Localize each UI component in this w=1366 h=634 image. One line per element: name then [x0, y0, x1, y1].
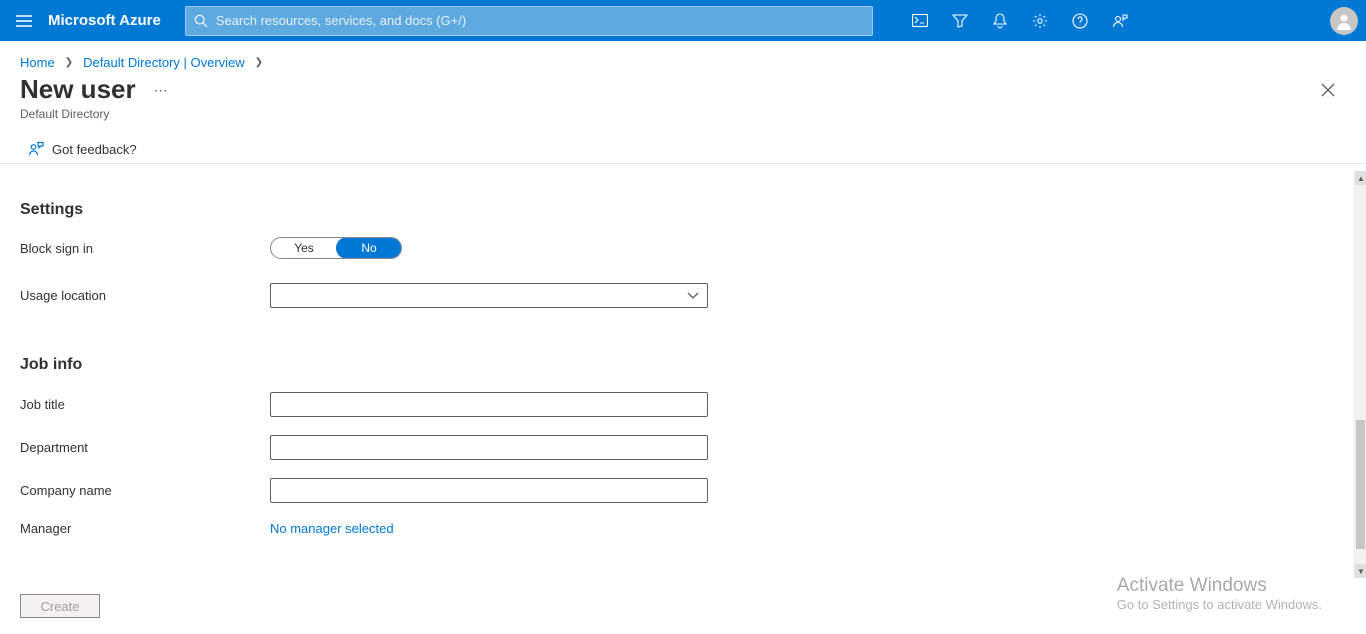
hamburger-button[interactable] [0, 0, 48, 41]
block-sign-in-label: Block sign in [20, 241, 270, 256]
filter-icon [952, 14, 968, 28]
scroll-up-arrow-icon[interactable]: ▲ [1355, 171, 1366, 185]
feedback-label: Got feedback? [52, 142, 137, 157]
help-icon [1072, 13, 1088, 29]
block-sign-in-row: Block sign in Yes No [20, 237, 1354, 259]
department-row: Department [20, 435, 1354, 460]
jobinfo-heading: Job info [20, 356, 1354, 374]
bell-icon [993, 13, 1007, 29]
breadcrumb-directory[interactable]: Default Directory | Overview [83, 55, 245, 70]
notifications-button[interactable] [980, 0, 1020, 41]
scroll-down-arrow-icon[interactable]: ▼ [1355, 564, 1366, 578]
feedback-button[interactable]: Got feedback? [28, 141, 137, 157]
close-button[interactable] [1316, 78, 1340, 102]
toggle-yes[interactable]: Yes [271, 238, 337, 258]
feedback-top-button[interactable] [1100, 0, 1140, 41]
page-title: New user [20, 74, 136, 105]
topbar-icons [900, 0, 1366, 41]
page-subtitle: Default Directory [0, 105, 1366, 121]
vertical-scrollbar[interactable]: ▲ ▼ [1354, 171, 1366, 578]
gear-icon [1032, 13, 1048, 29]
usage-location-row: Usage location [20, 283, 1354, 308]
command-bar: Got feedback? [0, 135, 1366, 164]
person-feedback-icon [28, 141, 44, 157]
usage-location-label: Usage location [20, 288, 270, 303]
create-button[interactable]: Create [20, 594, 100, 618]
topbar-gap [1140, 0, 1330, 41]
scrollbar-track[interactable] [1355, 185, 1366, 564]
manager-label: Manager [20, 521, 270, 536]
search-box[interactable] [185, 6, 873, 36]
hamburger-icon [16, 15, 32, 27]
topbar: Microsoft Azure [0, 0, 1366, 41]
bottom-bar: Create [0, 578, 1354, 634]
main-panel: Settings Block sign in Yes No Usage loca… [0, 171, 1354, 578]
more-actions-button[interactable]: ⋯ [154, 82, 169, 99]
cloud-shell-icon [912, 14, 928, 28]
cloud-shell-button[interactable] [900, 0, 940, 41]
brand[interactable]: Microsoft Azure [48, 12, 185, 29]
close-icon [1321, 83, 1335, 97]
settings-heading: Settings [20, 201, 1354, 219]
avatar-icon [1334, 11, 1354, 31]
company-row: Company name [20, 478, 1354, 503]
department-input[interactable] [270, 435, 708, 460]
block-sign-in-toggle[interactable]: Yes No [270, 237, 402, 259]
avatar[interactable] [1330, 7, 1358, 35]
breadcrumb-home[interactable]: Home [20, 55, 55, 70]
job-title-row: Job title [20, 392, 1354, 417]
chevron-right-icon: ❯ [255, 57, 263, 68]
toggle-no[interactable]: No [336, 237, 402, 259]
search-icon [194, 14, 208, 28]
chevron-down-icon [687, 292, 699, 300]
search-input[interactable] [208, 13, 864, 28]
manager-select-link[interactable]: No manager selected [270, 521, 394, 536]
scrollbar-thumb[interactable] [1356, 420, 1365, 549]
company-label: Company name [20, 483, 270, 498]
usage-location-dropdown[interactable] [270, 283, 708, 308]
department-label: Department [20, 440, 270, 455]
job-title-label: Job title [20, 397, 270, 412]
person-feedback-icon [1112, 13, 1128, 29]
job-title-input[interactable] [270, 392, 708, 417]
directories-button[interactable] [940, 0, 980, 41]
manager-row: Manager No manager selected [20, 521, 1354, 536]
chevron-right-icon: ❯ [65, 57, 73, 68]
help-button[interactable] [1060, 0, 1100, 41]
settings-button[interactable] [1020, 0, 1060, 41]
company-input[interactable] [270, 478, 708, 503]
breadcrumb: Home ❯ Default Directory | Overview ❯ [0, 41, 1366, 74]
title-row: New user ⋯ [0, 74, 1366, 105]
